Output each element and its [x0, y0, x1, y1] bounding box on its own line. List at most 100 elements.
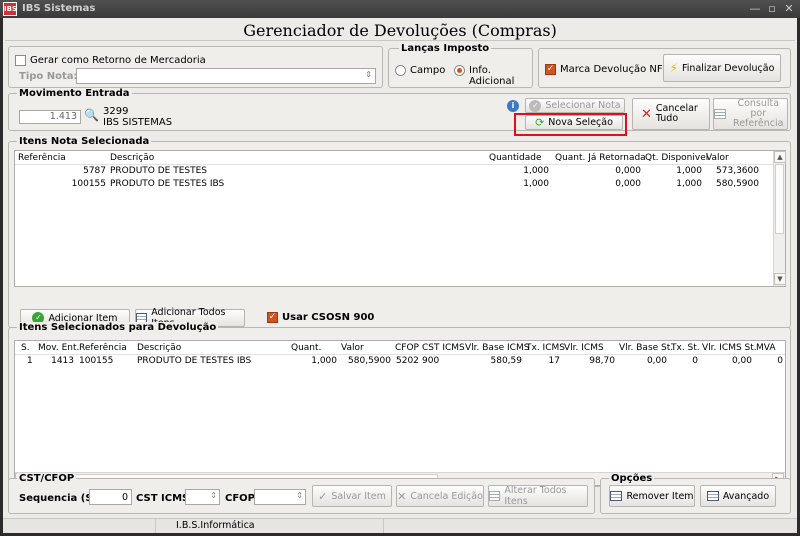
consulta-line2: Referência — [733, 118, 784, 129]
lancas-imposto-group: Lanças Imposto Campo Info. Adicional — [388, 43, 533, 88]
alterar-todos-button[interactable]: Alterar Todos Itens — [488, 485, 588, 507]
check-icon: ✓ — [529, 99, 542, 112]
remover-item-label: Remover Item — [626, 490, 694, 502]
scroll-thumb[interactable] — [775, 164, 784, 234]
scroll-up-icon[interactable]: ▲ — [774, 151, 786, 163]
col-qt-disponivel[interactable]: Qt. Disponivel — [645, 153, 708, 163]
cancela-edicao-label: Cancela Edição — [410, 490, 483, 502]
cell-cfop: 5202 — [396, 356, 419, 366]
selecionar-nota-button[interactable]: ✓ Selecionar Nota — [525, 98, 625, 113]
main-window: Gerenciador de Devoluções (Compras) Gera… — [3, 18, 797, 533]
cell-referencia: 100155 — [79, 356, 114, 366]
cell-qt-disponivel: 1,000 — [676, 166, 702, 176]
cell-referencia: 100155 — [71, 179, 106, 189]
remover-item-button[interactable]: Remover Item — [609, 485, 695, 507]
col-quant[interactable]: Quant. — [291, 343, 321, 353]
retorno-checkbox[interactable] — [15, 55, 26, 66]
finalizar-devolucao-button[interactable]: ⚡ Finalizar Devolução — [663, 54, 781, 82]
cell-tx-st: 0 — [692, 356, 698, 366]
cell-mov-ent: 1413 — [51, 356, 74, 366]
window-title-bar: IBS IBS Sistemas — ▫ ✕ — [0, 0, 800, 18]
movimento-entrada-input[interactable]: 1.413 — [19, 110, 81, 124]
itens-devolucao-title: Itens Selecionados para Devolução — [17, 322, 219, 333]
app-logo-icon: IBS — [3, 2, 17, 16]
cell-vlr-base-st: 0,00 — [646, 356, 667, 366]
col-tx-st[interactable]: Tx. St. — [671, 343, 700, 353]
cell-valor: 580,5900 — [716, 179, 759, 189]
itens-nota-scrollbar[interactable]: ▲ ▼ — [773, 151, 786, 286]
cell-vlr-icms-st: 0,00 — [731, 356, 752, 366]
col-referencia[interactable]: Referência — [79, 343, 127, 353]
maximize-icon[interactable]: ▫ — [765, 2, 779, 16]
col-mov-ent[interactable]: Mov. Ent. — [38, 343, 79, 353]
radio-campo[interactable] — [395, 65, 406, 76]
selecionar-nota-label: Selecionar Nota — [545, 100, 621, 111]
col-mva[interactable]: MVA — [756, 343, 776, 353]
cell-tx-icms: 17 — [548, 356, 560, 366]
status-divider — [155, 519, 156, 533]
cell-descricao: PRODUTO DE TESTES IBS — [137, 356, 252, 366]
nova-selecao-button[interactable]: ⟳ Nova Seleção — [525, 115, 623, 130]
col-descricao[interactable]: Descrição — [110, 153, 154, 163]
window-title: IBS Sistemas — [22, 3, 96, 14]
col-referencia[interactable]: Referência — [18, 153, 66, 163]
tipo-nota-select[interactable]: ⇕ — [76, 68, 376, 84]
marca-devolucao-checkbox[interactable]: ✓ — [545, 64, 556, 75]
usar-csosn-label: Usar CSOSN 900 — [282, 312, 375, 323]
col-cst-icms[interactable]: CST ICMS — [422, 343, 465, 353]
cancel-x-icon: ✕ — [397, 489, 407, 503]
movimento-entrada-group: Movimento Entrada 1.413 🔍 3299 IBS SISTE… — [8, 88, 791, 136]
table-icon — [489, 491, 501, 501]
movimento-entrada-title: Movimento Entrada — [17, 88, 132, 99]
col-cfop[interactable]: CFOP — [395, 343, 419, 353]
cell-quantidade: 1,000 — [523, 166, 549, 176]
nova-selecao-label: Nova Seleção — [548, 117, 613, 128]
cell-descricao: PRODUTO DE TESTES IBS — [110, 179, 225, 189]
cst-cfop-group: CST/CFOP Sequencia (S.) 0 CST ICMS ⇕ CFO… — [8, 473, 595, 514]
cell-vlr-icms: 98,70 — [589, 356, 615, 366]
status-bar: I.B.S.Informática — [3, 518, 797, 533]
cst-icms-select[interactable]: ⇕ — [185, 489, 220, 505]
col-vlr-icms-st[interactable]: Vlr. ICMS St. — [702, 343, 757, 353]
table-row[interactable]: 1 1413 100155 PRODUTO DE TESTES IBS 1,00… — [15, 356, 785, 369]
scroll-down-icon[interactable]: ▼ — [774, 273, 786, 285]
radio-info-adicional[interactable] — [454, 65, 465, 76]
usar-csosn-checkbox[interactable]: ✓ — [267, 312, 278, 323]
info-icon[interactable]: i — [507, 100, 519, 112]
cell-mva: 0 — [777, 356, 783, 366]
cell-s: 1 — [27, 356, 33, 366]
cancel-x-icon: ✕ — [641, 106, 652, 122]
close-icon[interactable]: ✕ — [782, 2, 796, 16]
col-tx-icms[interactable]: Tx. ICMS — [526, 343, 565, 353]
table-row[interactable]: 5787 PRODUTO DE TESTES 1,000 0,000 1,000… — [15, 166, 773, 179]
select-arrows-icon: ⇕ — [210, 491, 217, 500]
col-descricao[interactable]: Descrição — [137, 343, 181, 353]
col-vlr-base-st[interactable]: Vlr. Base St. — [619, 343, 673, 353]
cancela-edicao-button[interactable]: ✕ Cancela Edição — [396, 485, 484, 507]
status-text: I.B.S.Informática — [176, 520, 255, 531]
cfop-select[interactable]: ⇕ — [254, 489, 306, 505]
cell-valor: 573,3600 — [716, 166, 759, 176]
col-quant-retornada[interactable]: Quant. Já Retornada — [555, 153, 646, 163]
col-valor[interactable]: Valor — [706, 153, 729, 163]
cell-quant: 1,000 — [311, 356, 337, 366]
salvar-item-button[interactable]: ✓ Salvar Item — [312, 485, 392, 507]
col-vlr-icms[interactable]: Vlr. ICMS — [564, 343, 604, 353]
col-valor[interactable]: Valor — [341, 343, 364, 353]
cancelar-tudo-button[interactable]: ✕ Cancelar Tudo — [632, 98, 710, 130]
search-icon[interactable]: 🔍 — [84, 108, 99, 122]
consulta-referencia-button[interactable]: Consulta por Referência — [713, 98, 788, 130]
col-quantidade[interactable]: Quantidade — [489, 153, 542, 163]
table-row[interactable]: 100155 PRODUTO DE TESTES IBS 1,000 0,000… — [15, 179, 773, 192]
avancado-button[interactable]: Avançado — [700, 485, 776, 507]
avancado-label: Avançado — [722, 490, 770, 502]
alterar-todos-label: Alterar Todos Itens — [504, 485, 567, 507]
col-vlr-base-icms[interactable]: Vlr. Base ICMS — [465, 343, 529, 353]
table-icon — [714, 109, 726, 119]
sequencia-input[interactable]: 0 — [89, 489, 132, 505]
minimize-icon[interactable]: — — [748, 2, 762, 16]
opcoes-group: Opções Remover Item Avançado — [600, 473, 791, 514]
itens-devolucao-header: S. Mov. Ent. Referência Descrição Quant.… — [15, 341, 785, 355]
col-s[interactable]: S. — [21, 343, 30, 353]
cell-quant-retornada: 0,000 — [615, 179, 641, 189]
